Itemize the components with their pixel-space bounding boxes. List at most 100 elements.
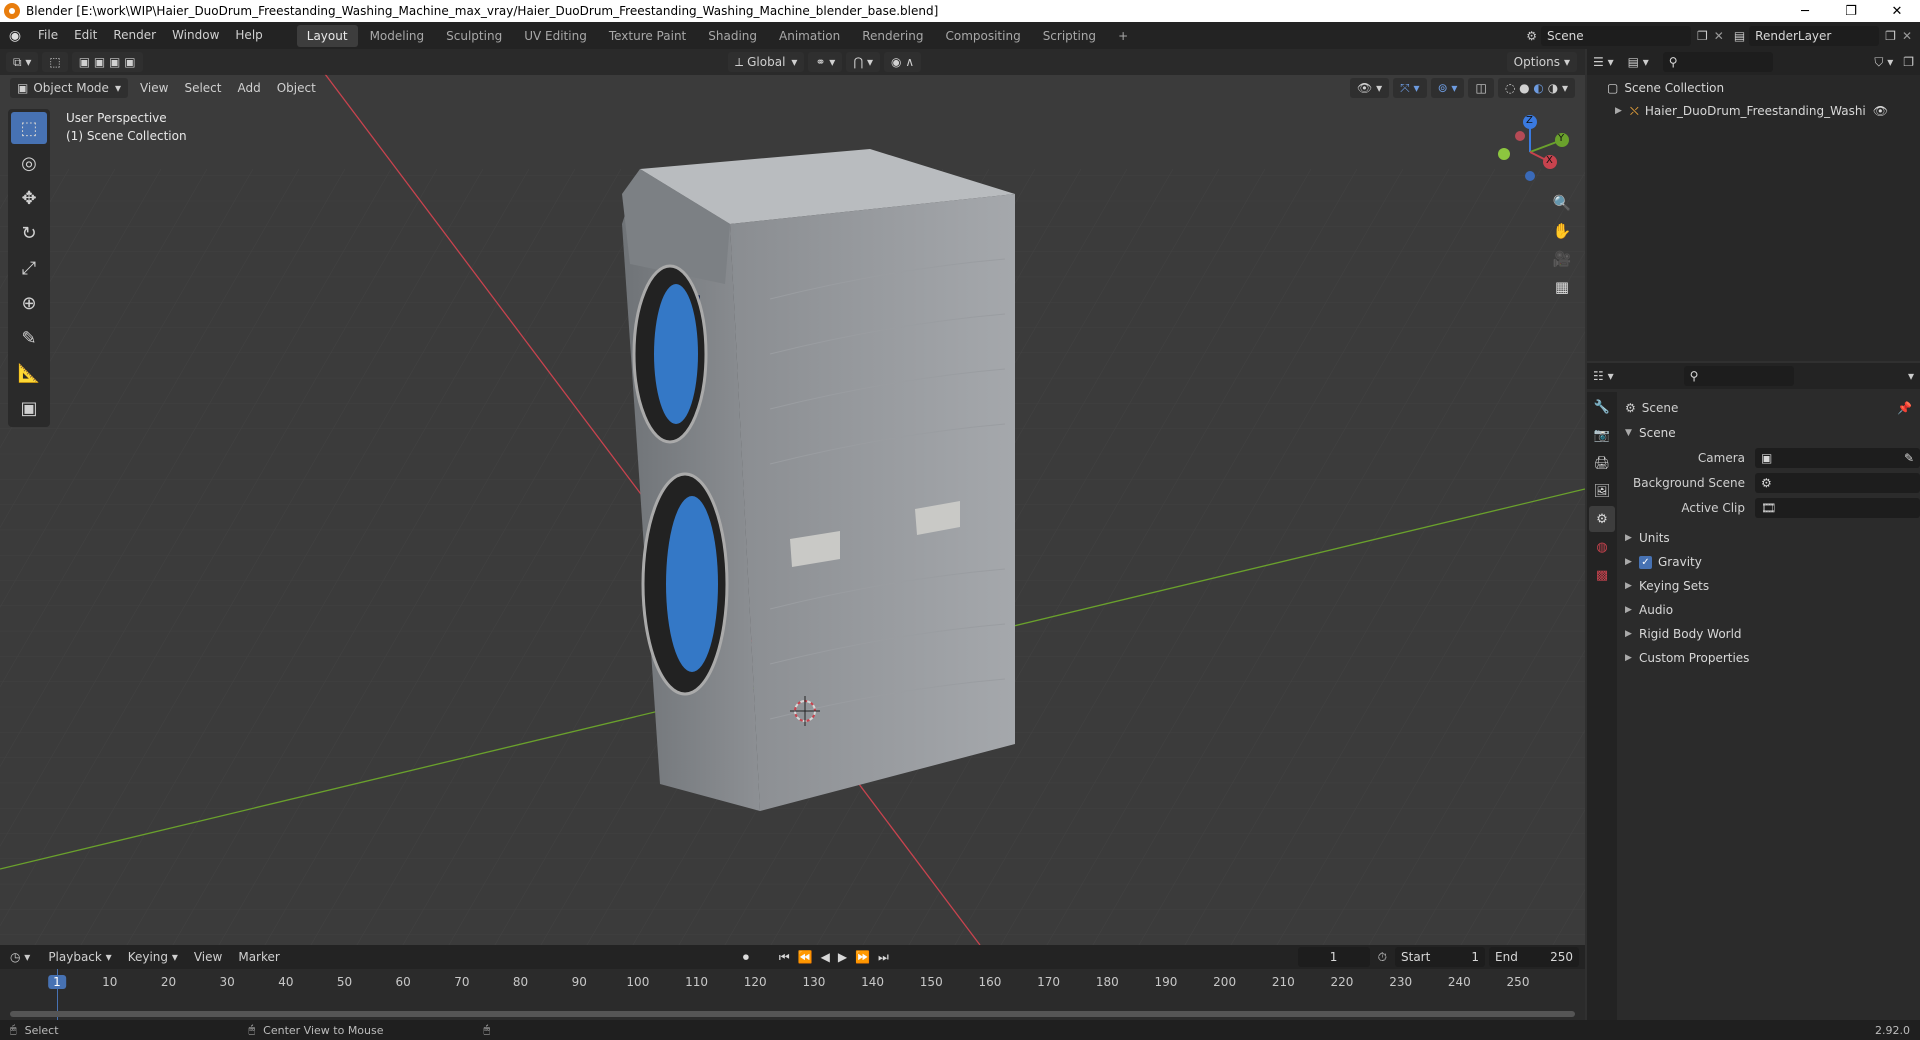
add-workspace-button[interactable]: +: [1108, 25, 1138, 47]
menu-file[interactable]: File: [30, 22, 66, 49]
world-properties-tab-icon[interactable]: ◍: [1589, 534, 1615, 560]
play-reverse-icon[interactable]: ◀: [821, 950, 830, 964]
scene-properties-tab-icon[interactable]: ⚙: [1589, 506, 1615, 532]
visibility-dropdown[interactable]: 👁 ▾: [1350, 78, 1390, 98]
camera-field[interactable]: ▣ ✎: [1755, 447, 1920, 468]
chevron-down-icon[interactable]: ▾: [1908, 369, 1914, 383]
rotate-tool-icon[interactable]: ↻: [11, 217, 47, 249]
new-renderlayer-icon[interactable]: ❐: [1885, 29, 1896, 43]
audio-panel[interactable]: ▶ Audio: [1625, 598, 1920, 622]
autokey-record-icon[interactable]: ⏺: [743, 950, 749, 965]
select-mode-button[interactable]: ⬚: [42, 52, 68, 72]
navigation-gizmo[interactable]: Z Y X: [1490, 114, 1570, 184]
current-frame-field[interactable]: 1: [1297, 947, 1370, 967]
renderlayer-selector[interactable]: RenderLayer: [1749, 25, 1880, 46]
select-box-tool-icon[interactable]: ⬚: [11, 112, 47, 144]
view-layer-tab-icon[interactable]: 🖼: [1589, 478, 1615, 504]
camera-view-icon[interactable]: 🎥: [1548, 245, 1576, 273]
scene-section-header[interactable]: ▼ Scene: [1625, 421, 1920, 445]
gravity-checkbox[interactable]: ✓: [1639, 555, 1652, 569]
tab-scripting[interactable]: Scripting: [1033, 25, 1106, 47]
close-button[interactable]: ✕: [1874, 0, 1920, 22]
visibility-eye-icon[interactable]: 👁: [1873, 104, 1888, 118]
pin-icon[interactable]: 📌: [1897, 401, 1912, 415]
expand-arrow-icon[interactable]: ▶: [1615, 106, 1622, 116]
tool-properties-tab-icon[interactable]: 🔧: [1589, 394, 1615, 420]
move-tool-icon[interactable]: ✥: [11, 182, 47, 214]
scale-tool-icon[interactable]: ⤢: [11, 252, 47, 284]
perspective-toggle-icon[interactable]: ▦: [1548, 273, 1576, 301]
maximize-button[interactable]: ❐: [1828, 0, 1874, 22]
viewport-menu-add[interactable]: Add: [229, 75, 268, 102]
jump-start-icon[interactable]: ⏮: [779, 950, 790, 965]
timeline-menu-view[interactable]: View: [186, 944, 230, 971]
jump-end-icon[interactable]: ⏭: [878, 950, 889, 965]
proportional-edit-toggle[interactable]: ◉ ∧: [884, 52, 922, 72]
keying-sets-panel[interactable]: ▶ Keying Sets: [1625, 574, 1920, 598]
overlays-toggle[interactable]: ⊚ ▾: [1430, 78, 1465, 98]
selection-set-button[interactable]: ▣ ▣ ▣ ▣: [71, 52, 143, 72]
end-frame-field[interactable]: End 250: [1489, 947, 1579, 967]
washing-machine-model[interactable]: [622, 149, 1015, 811]
outliner-item-row[interactable]: ▶ ⛌ Haier_DuoDrum_Freestanding_Washing_M…: [1587, 95, 1920, 121]
tab-compositing[interactable]: Compositing: [935, 25, 1030, 47]
units-panel[interactable]: ▶ Units: [1625, 526, 1920, 550]
object-mode-dropdown[interactable]: ▣ Object Mode ▾: [10, 78, 128, 98]
remove-renderlayer-icon[interactable]: ✕: [1902, 29, 1912, 43]
shading-modes[interactable]: ◌ ● ◐ ◑ ▾: [1497, 78, 1575, 98]
jump-keyframe-back-icon[interactable]: ⏪: [798, 950, 813, 964]
timeline-menu-marker[interactable]: Marker: [230, 944, 287, 971]
transform-orientation-dropdown[interactable]: ⟂ Global ▾: [728, 52, 805, 72]
new-scene-icon[interactable]: ❐: [1697, 29, 1708, 43]
tab-texture-paint[interactable]: Texture Paint: [599, 25, 696, 47]
outliner-search-input[interactable]: ⚲: [1662, 52, 1773, 72]
background-scene-field[interactable]: ⚙: [1755, 472, 1920, 493]
menu-help[interactable]: Help: [227, 22, 270, 49]
transform-tool-icon[interactable]: ⊕: [11, 287, 47, 319]
output-properties-tab-icon[interactable]: 🖨: [1589, 450, 1615, 476]
display-mode-icon[interactable]: ▤ ▾: [1628, 55, 1649, 69]
viewport-menu-select[interactable]: Select: [176, 75, 229, 102]
options-dropdown[interactable]: Options ▾: [1506, 52, 1578, 72]
play-icon[interactable]: ▶: [838, 950, 847, 964]
timeline-editor-icon[interactable]: ◷ ▾: [10, 950, 30, 964]
texture-properties-tab-icon[interactable]: ▩: [1589, 562, 1615, 588]
jump-keyframe-forward-icon[interactable]: ⏩: [855, 950, 870, 964]
active-clip-field[interactable]: 🎞: [1755, 497, 1920, 518]
tab-layout[interactable]: Layout: [296, 24, 358, 47]
menu-window[interactable]: Window: [164, 22, 227, 49]
annotate-tool-icon[interactable]: ✎: [11, 322, 47, 354]
outliner-editor-icon[interactable]: ☰ ▾: [1593, 55, 1614, 69]
filter-icon[interactable]: ⛉ ▾: [1874, 55, 1893, 70]
tab-shading[interactable]: Shading: [698, 25, 767, 47]
tab-animation[interactable]: Animation: [769, 25, 850, 47]
zoom-view-icon[interactable]: 🔍: [1548, 189, 1576, 217]
custom-properties-panel[interactable]: ▶ Custom Properties: [1625, 646, 1920, 670]
xray-toggle[interactable]: ◫: [1468, 78, 1494, 98]
pan-view-icon[interactable]: ✋: [1548, 217, 1576, 245]
tab-modeling[interactable]: Modeling: [360, 25, 435, 47]
tab-uv-editing[interactable]: UV Editing: [514, 25, 597, 47]
3d-viewport[interactable]: Z Y X 🔍 ✋ 🎥 ▦ User Perspective (1) Scene…: [0, 49, 1585, 945]
menu-edit[interactable]: Edit: [66, 22, 105, 49]
viewport-menu-object[interactable]: Object: [269, 75, 324, 102]
scene-selector[interactable]: Scene: [1541, 25, 1691, 46]
gizmo-toggle[interactable]: ⤧ ▾: [1393, 78, 1427, 98]
rigid-body-world-panel[interactable]: ▶ Rigid Body World: [1625, 622, 1920, 646]
properties-search-input[interactable]: ⚲: [1683, 366, 1794, 386]
render-properties-tab-icon[interactable]: 📷: [1589, 422, 1615, 448]
gravity-panel[interactable]: ▶ ✓ Gravity: [1625, 550, 1920, 574]
remove-scene-icon[interactable]: ✕: [1714, 29, 1724, 43]
new-collection-icon[interactable]: ❐: [1903, 55, 1914, 69]
pivot-point-dropdown[interactable]: ⚭ ▾: [808, 52, 843, 72]
timeline-menu-keying[interactable]: Keying ▾: [120, 944, 186, 971]
cursor-tool-icon[interactable]: ◎: [11, 147, 47, 179]
start-frame-field[interactable]: Start 1: [1395, 947, 1485, 967]
timeline-scrollbar[interactable]: [10, 1011, 1575, 1017]
snap-toggle[interactable]: ⋂ ▾: [846, 52, 881, 72]
timeline-menu-playback[interactable]: Playback ▾: [40, 944, 119, 971]
eyedropper-icon[interactable]: ✎: [1904, 451, 1914, 465]
minimize-button[interactable]: ─: [1782, 0, 1828, 22]
add-cube-tool-icon[interactable]: ▣: [11, 392, 47, 424]
viewport-menu-view[interactable]: View: [132, 75, 176, 102]
